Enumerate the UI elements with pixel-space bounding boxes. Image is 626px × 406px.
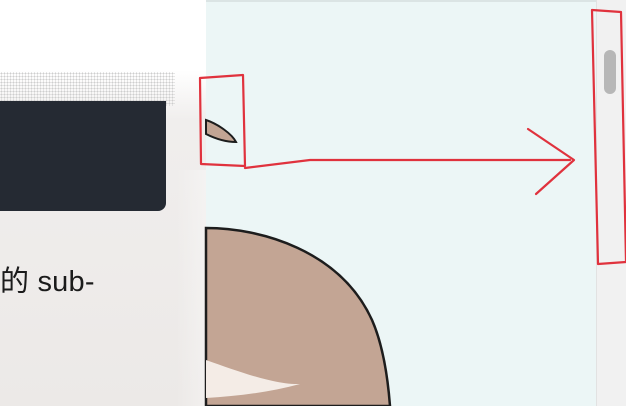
annotation-arrow-line	[243, 158, 572, 170]
annotation-box-right	[590, 8, 626, 266]
arrow-right-icon	[526, 127, 576, 196]
overlay-drawing	[198, 8, 626, 406]
red-annotation	[198, 8, 626, 266]
ear-shape	[205, 118, 238, 144]
cartoon-head-illustration	[204, 226, 392, 406]
